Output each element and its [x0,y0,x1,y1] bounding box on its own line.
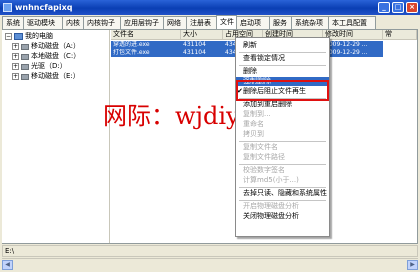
menu-separator [239,200,326,201]
column-header[interactable]: 修改时间 [323,30,383,40]
drive-icon [21,43,29,50]
menu-item-label: 重命名 [243,120,264,128]
menu-item-label: 拷贝到 [243,130,264,138]
file-cell: 2009-12-29 ... [325,49,368,56]
tree-drive-item[interactable]: + 移动磁盘（E:） [12,72,80,81]
menu-item: 重命名 [236,120,329,129]
tab-system[interactable]: 系统 [2,16,24,29]
drive-icon [21,53,29,60]
menu-separator [239,141,326,142]
tab-services[interactable]: 服务 [269,16,292,29]
maximize-button[interactable]: □ [392,2,404,13]
column-header[interactable]: 大小 [181,30,223,40]
close-button[interactable]: × [406,2,418,13]
menu-item-label: 复制文件名 [243,143,278,151]
menu-separator [239,187,326,188]
tree-root[interactable]: − 我的电脑 [5,32,53,41]
file-cell: 2009-12-29 ... [325,41,368,48]
tree-drive-item[interactable]: + 本地磁盘（C:） [12,52,80,61]
tree-drive-item[interactable]: + 光驱（D:） [12,62,67,71]
drive-label: 本地磁盘（C:） [31,52,81,60]
menu-item-label: 校验数字签名 [243,166,285,174]
tab-bar: 系统 驱动模块 内核 内核钩子 应用层钩子 网络 注册表 文件 启动项 服务 系统杂项 本工具配置 [2,15,376,29]
menu-separator [239,52,326,53]
menu-item: 复制到... [236,110,329,119]
menu-item: 计算md5(小于...) [236,176,329,185]
computer-icon [14,33,23,40]
menu-separator [239,164,326,165]
menu-separator [239,98,326,99]
menu-item[interactable]: 关闭物理磁盘分析 [236,212,329,221]
tab-settings[interactable]: 本工具配置 [328,16,376,29]
menu-item: 开启物理磁盘分析 [236,202,329,211]
menu-item-label: 添加到重启删除 [243,100,292,108]
tab-app-hooks[interactable]: 应用层钩子 [120,16,164,29]
menu-item-label: 刷新 [243,41,257,49]
scroll-right-icon[interactable]: ▶ [407,260,418,270]
menu-item: 校验数字签名 [236,166,329,175]
collapse-icon[interactable]: − [5,33,12,40]
status-bar: E:\ [2,245,418,257]
app-icon [3,3,12,12]
menu-item: 复制文件名 [236,143,329,152]
expand-icon[interactable]: + [12,73,19,80]
column-header[interactable]: 常 [383,30,417,40]
drive-label: 移动磁盘（A:） [31,42,81,50]
window-title: wnhncfapixq [15,3,73,12]
status-path: E:\ [5,247,15,255]
menu-separator [239,65,326,66]
drive-icon [21,63,29,70]
expand-icon[interactable]: + [12,53,19,60]
menu-item: 拷贝到 [236,130,329,139]
tab-kernel-hooks[interactable]: 内核钩子 [83,16,121,29]
menu-item[interactable]: ✔ 删除后阻止文件再生 [236,87,329,96]
tree-drive-item[interactable]: + 移动磁盘（A:） [12,42,80,51]
menu-item-label: 开启物理磁盘分析 [243,202,299,210]
menu-item: 复制文件路径 [236,153,329,162]
scroll-left-icon[interactable]: ◀ [2,260,13,270]
drive-icon [21,73,29,80]
tab-kernel[interactable]: 内核 [62,16,84,29]
drive-label: 光驱（D:） [31,62,67,70]
checkmark-icon: ✔ [237,87,243,95]
menu-item-label: 复制到... [243,110,271,118]
menu-item[interactable]: 刷新 [236,41,329,50]
file-cell: 打包文件.exe [113,49,150,56]
menu-item-label: 删除 [243,67,257,75]
drive-label: 移动磁盘（E:） [31,72,80,80]
menu-item-label: 去掉只读、隐藏和系统属性 [243,189,327,197]
menu-item-label: 查看锁定情况 [243,54,285,62]
tab-file[interactable]: 文件 [216,15,237,29]
expand-icon[interactable]: + [12,43,19,50]
tab-driver-modules[interactable]: 驱动模块 [23,16,63,29]
context-menu: 刷新 查看锁定情况 删除 强制删除 ✔ 删除后阻止文件再生 添加到重启删除 复制到... 重命名… [235,37,330,237]
tab-misc[interactable]: 系统杂项 [291,16,329,29]
file-cell: 431104 [183,41,206,48]
tab-registry[interactable]: 注册表 [186,16,217,29]
expand-icon[interactable]: + [12,63,19,70]
window-controls: _ □ × [378,2,418,13]
title-bar: wnhncfapixq _ □ × [0,0,420,15]
menu-item[interactable]: 去掉只读、隐藏和系统属性 [236,189,329,198]
tab-network[interactable]: 网络 [163,16,187,29]
tab-startup[interactable]: 启动项 [236,16,270,29]
menu-item-label: 计算md5(小于...) [243,176,299,184]
minimize-button[interactable]: _ [378,2,390,13]
menu-item-label: 强制删除 [243,77,271,85]
drive-tree: − 我的电脑 + 移动磁盘（A:） + 本地磁盘（C:） + 光驱（D:） + 移动磁盘（E:… [2,30,110,243]
menu-item[interactable]: 查看锁定情况 [236,54,329,63]
menu-item-label: 删除后阻止文件再生 [243,87,306,95]
menu-item[interactable]: 删除 [236,67,329,76]
menu-item-label: 复制文件路径 [243,153,285,161]
file-cell: 431104 [183,49,206,56]
file-cell: 穿透的进.exe [113,41,150,48]
horizontal-scrollbar[interactable]: ◀ ▶ [2,258,418,270]
tree-root-label: 我的电脑 [25,32,53,40]
menu-item[interactable]: 添加到重启删除 [236,100,329,109]
column-header[interactable]: 文件名 [111,30,181,40]
menu-item[interactable]: 强制删除 [236,77,329,86]
menu-item-label: 关闭物理磁盘分析 [243,212,299,220]
